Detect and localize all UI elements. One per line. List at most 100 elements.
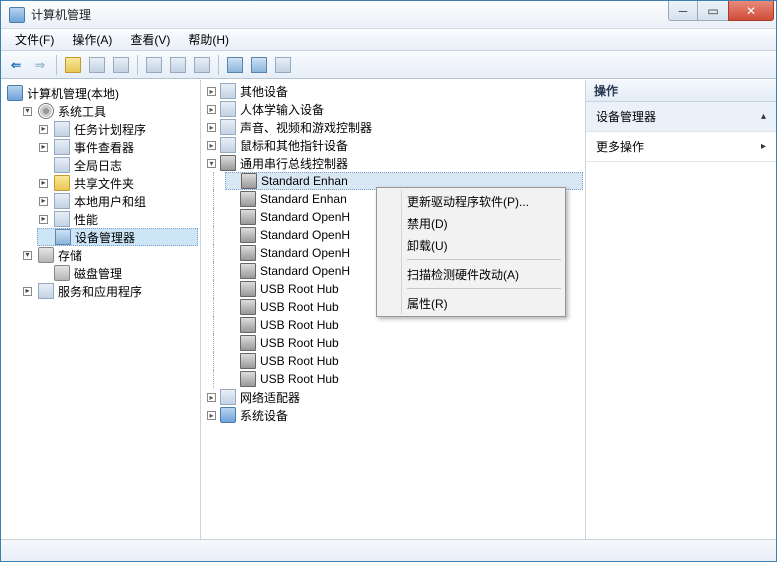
usb-icon: [241, 173, 257, 189]
dev-label: 人体学输入设备: [240, 101, 324, 118]
toolbar-btn-8[interactable]: [272, 54, 294, 76]
titlebar[interactable]: 计算机管理 ─ ▭ ✕: [1, 1, 776, 29]
expand-icon[interactable]: ▸: [207, 393, 216, 402]
toolbar-btn-4[interactable]: [167, 54, 189, 76]
menu-view[interactable]: 查看(V): [122, 29, 178, 50]
tree-services-applications[interactable]: ▸ 服务和应用程序: [21, 282, 198, 300]
devcat-system[interactable]: ▸系统设备: [205, 406, 583, 424]
users-icon: [54, 193, 70, 209]
devcat-mouse[interactable]: ▸ 鼠标和其他指针设备: [205, 136, 583, 154]
context-menu: 更新驱动程序软件(P)... 禁用(D) 卸载(U) 扫描检测硬件改动(A) 属…: [376, 187, 566, 317]
collapse-icon[interactable]: ▾: [23, 107, 32, 116]
usb-device-item[interactable]: USB Root Hub: [225, 316, 583, 334]
tree-label: 任务计划程序: [74, 121, 146, 138]
tree-performance[interactable]: ▸性能: [37, 210, 198, 228]
tree-local-users[interactable]: ▸ 本地用户和组: [37, 192, 198, 210]
tree-system-tools[interactable]: ▾ 系统工具: [21, 102, 198, 120]
expand-icon[interactable]: ▸: [207, 411, 216, 420]
collapse-arrow-icon[interactable]: ▴: [761, 111, 766, 122]
clock-icon: [54, 121, 70, 137]
expand-icon[interactable]: ▸: [23, 287, 32, 296]
nav-forward-icon[interactable]: ⇒: [29, 54, 51, 76]
dev-label: 鼠标和其他指针设备: [240, 137, 348, 154]
nav-back-icon[interactable]: ⇐: [5, 54, 27, 76]
usb-device-label: USB Root Hub: [260, 336, 339, 350]
expand-icon[interactable]: ▸: [207, 123, 216, 132]
usb-device-label: USB Root Hub: [260, 282, 339, 296]
toolbar-btn-6[interactable]: [224, 54, 246, 76]
collapse-icon[interactable]: ▾: [23, 251, 32, 260]
menu-action[interactable]: 操作(A): [64, 29, 120, 50]
window-controls: ─ ▭ ✕: [668, 1, 774, 23]
toolbar-btn-7[interactable]: [248, 54, 270, 76]
help-icon: [146, 57, 162, 73]
expand-icon[interactable]: ▸: [39, 143, 48, 152]
gear-icon: [38, 103, 54, 119]
left-tree-pane[interactable]: 计算机管理(本地) ▾ 系统工具 ▸ 任务计划程序 ▸事件查看器: [1, 80, 201, 539]
cm-scan-hardware[interactable]: 扫描检测硬件改动(A): [379, 263, 563, 285]
usb-icon: [240, 227, 256, 243]
devcat-hid[interactable]: ▸ 人体学输入设备: [205, 100, 583, 118]
hid-icon: [220, 101, 236, 117]
cm-uninstall[interactable]: 卸载(U): [379, 234, 563, 256]
devcat-sound[interactable]: ▸声音、视频和游戏控制器: [205, 118, 583, 136]
usb-icon: [240, 191, 256, 207]
menu-file[interactable]: 文件(F): [7, 29, 62, 50]
cm-update-driver[interactable]: 更新驱动程序软件(P)...: [379, 190, 563, 212]
toolbar-btn-3[interactable]: [110, 54, 132, 76]
tree-label: 本地用户和组: [74, 193, 146, 210]
sound-icon: [220, 119, 236, 135]
toolbar-btn-1[interactable]: [62, 54, 84, 76]
usb-device-label: Standard OpenH: [260, 264, 350, 278]
tree-task-scheduler[interactable]: ▸ 任务计划程序: [37, 120, 198, 138]
tree-global-log[interactable]: 全局日志: [37, 156, 198, 174]
window-title: 计算机管理: [31, 6, 668, 23]
perf-icon: [54, 211, 70, 227]
expand-icon[interactable]: ▸: [39, 179, 48, 188]
usb-icon: [240, 263, 256, 279]
cm-properties[interactable]: 属性(R): [379, 292, 563, 314]
expand-icon[interactable]: ▸: [39, 215, 48, 224]
usb-device-label: Standard Enhan: [261, 174, 348, 188]
device-manager-icon: [55, 229, 71, 245]
expand-icon[interactable]: ▸: [39, 125, 48, 134]
devcat-network[interactable]: ▸网络适配器: [205, 388, 583, 406]
tree-disk-management[interactable]: 磁盘管理: [37, 264, 198, 282]
toolbar-btn-2[interactable]: [86, 54, 108, 76]
actions-more[interactable]: 更多操作 ▸: [586, 132, 776, 162]
tree-storage[interactable]: ▾ 存储: [21, 246, 198, 264]
app-icon: [9, 7, 25, 23]
usb-device-item[interactable]: USB Root Hub: [225, 334, 583, 352]
list-icon: [113, 57, 129, 73]
maximize-button[interactable]: ▭: [698, 1, 728, 21]
usb-icon: [240, 335, 256, 351]
tree-device-manager[interactable]: 设备管理器: [37, 228, 198, 246]
tree-event-viewer[interactable]: ▸事件查看器: [37, 138, 198, 156]
tree-shared-folders[interactable]: ▸共享文件夹: [37, 174, 198, 192]
usb-device-item[interactable]: USB Root Hub: [225, 370, 583, 388]
toolbar-btn-5[interactable]: [191, 54, 213, 76]
usb-icon: [240, 317, 256, 333]
tree-root[interactable]: 计算机管理(本地): [5, 84, 198, 102]
tree-label: 服务和应用程序: [58, 283, 142, 300]
dev-label: 通用串行总线控制器: [240, 155, 348, 172]
devcat-other[interactable]: ▸其他设备: [205, 82, 583, 100]
minimize-button[interactable]: ─: [668, 1, 698, 21]
cm-disable[interactable]: 禁用(D): [379, 212, 563, 234]
toolbar-separator: [56, 55, 57, 75]
expand-icon[interactable]: ▸: [207, 105, 216, 114]
toolbar-btn-help[interactable]: [143, 54, 165, 76]
actions-section-title[interactable]: 设备管理器 ▴: [586, 102, 776, 132]
usb-device-item[interactable]: USB Root Hub: [225, 352, 583, 370]
expand-icon[interactable]: ▸: [207, 141, 216, 150]
devcat-usb-controllers[interactable]: ▾ 通用串行总线控制器: [205, 154, 583, 172]
expand-icon[interactable]: ▸: [39, 197, 48, 206]
usb-device-label: USB Root Hub: [260, 354, 339, 368]
menu-help[interactable]: 帮助(H): [180, 29, 237, 50]
close-button[interactable]: ✕: [728, 1, 774, 21]
collapse-icon[interactable]: ▾: [207, 159, 216, 168]
actions-header: 操作: [586, 80, 776, 102]
expand-icon[interactable]: ▸: [207, 87, 216, 96]
cm-separator: [407, 288, 561, 289]
scan-icon: [227, 57, 243, 73]
